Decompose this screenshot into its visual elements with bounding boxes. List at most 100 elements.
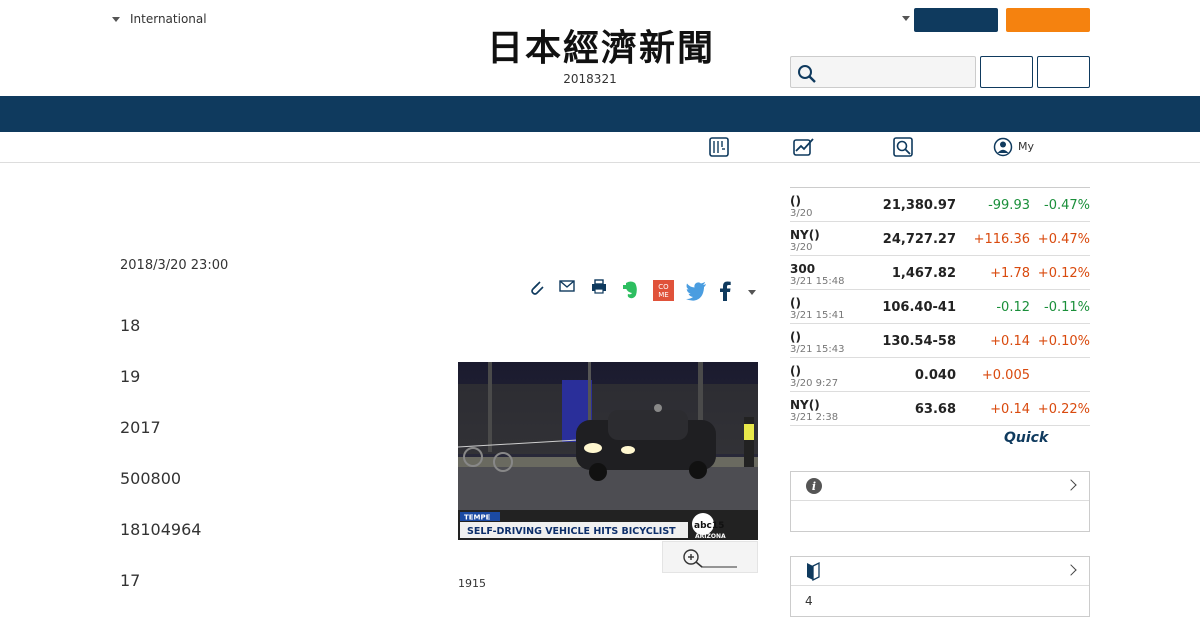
article-paragraph: 18104964 (120, 520, 202, 539)
info-icon: i (806, 478, 822, 494)
market-row[interactable]: NY() 3/20 24,727.27 +116.36 +0.47% (790, 222, 1090, 256)
chevron-right-icon (1065, 564, 1077, 576)
facebook-icon[interactable] (718, 281, 732, 301)
chevron-right-icon (1065, 479, 1077, 491)
photo-caption: 1915 (458, 577, 486, 590)
market-value: 63.68 (914, 402, 956, 417)
market-date: 3/21 15:48 (790, 276, 845, 287)
caret-down-icon (112, 16, 120, 22)
login-button[interactable] (914, 8, 998, 32)
market-value: 0.040 (914, 368, 956, 383)
svg-text:ME: ME (658, 291, 668, 299)
market-percent: +0.12% (1037, 266, 1090, 281)
market-percent: +0.47% (1037, 232, 1090, 247)
market-date: 3/20 (790, 208, 813, 219)
header-button-2[interactable] (1037, 56, 1090, 88)
market-change: +1.78 (990, 266, 1030, 281)
article-paragraph: 19 (120, 367, 141, 386)
market-change: +0.14 (990, 402, 1030, 417)
photo-channel-logo: abc15 (694, 521, 724, 531)
chart-icon[interactable] (793, 137, 815, 157)
quick-logo[interactable]: Quick (1004, 430, 1048, 446)
market-percent: +0.10% (1037, 334, 1090, 349)
clip-icon[interactable] (528, 278, 546, 296)
article-paragraph: 17 (120, 571, 141, 590)
comment-icon[interactable]: CO ME (653, 280, 674, 301)
article-photo[interactable]: TEMPE SELF-DRIVING VEHICLE HITS BICYCLIS… (458, 362, 758, 540)
beginner-panel-header[interactable] (791, 557, 1089, 586)
svg-text:i: i (812, 480, 816, 493)
market-name: 300 (790, 262, 816, 276)
article-paragraph: 500800 (120, 469, 182, 488)
beginner-mark-icon (807, 561, 820, 581)
market-change: -0.12 (996, 300, 1030, 315)
market-row[interactable]: NY() 3/21 2:38 63.68 +0.14 +0.22% (790, 392, 1090, 426)
market-name: NY() (790, 398, 820, 412)
article-timestamp: 2018/3/20 23:00 (120, 258, 229, 273)
market-data-table: () 3/20 21,380.97 -99.93 -0.47% NY() 3/20 24,72… (790, 187, 1090, 426)
info-panel-body (791, 501, 1089, 531)
svg-text:CO: CO (658, 283, 669, 291)
market-name: () (790, 194, 801, 208)
market-row[interactable]: () 3/20 21,380.97 -99.93 -0.47% (790, 188, 1090, 222)
market-change: +0.14 (990, 334, 1030, 349)
market-percent: -0.47% (1044, 198, 1090, 213)
beginner-panel-text: 4 (805, 594, 813, 608)
market-date: 3/20 9:27 (790, 378, 839, 389)
market-name: () (790, 330, 801, 344)
market-percent: +0.22% (1037, 402, 1090, 417)
zoom-button[interactable] (662, 541, 758, 573)
edition-selector[interactable]: International (112, 12, 207, 26)
market-percent: -0.11% (1044, 300, 1090, 315)
article-paragraph: 2017 (120, 418, 161, 437)
market-date: 3/20 (790, 242, 813, 253)
market-change: +0.005 (981, 368, 1030, 383)
market-value: 21,380.97 (882, 198, 956, 213)
market-row[interactable]: () 3/21 15:43 130.54-58 +0.14 +0.10% (790, 324, 1090, 358)
photo-headline: SELF-DRIVING VEHICLE HITS BICYCLIST (467, 526, 676, 537)
info-panel: i (790, 471, 1090, 532)
market-date: 3/21 15:41 (790, 310, 845, 321)
info-panel-header[interactable]: i (791, 472, 1089, 501)
photo-region-label: ARIZONA (695, 533, 726, 540)
beginner-panel: 4 (790, 556, 1090, 617)
search-document-icon[interactable] (893, 137, 913, 157)
search-input[interactable] (790, 56, 976, 88)
mail-icon[interactable] (558, 278, 576, 296)
main-navigation-bar[interactable] (0, 96, 1200, 132)
caret-down-icon[interactable] (902, 16, 910, 21)
photo-location-label: TEMPE (464, 514, 491, 522)
market-name: () (790, 364, 801, 378)
market-name: () (790, 296, 801, 310)
market-row[interactable]: 300 3/21 15:48 1,467.82 +1.78 +0.12% (790, 256, 1090, 290)
subscribe-button[interactable] (1006, 8, 1090, 32)
zoom-in-icon (683, 549, 737, 568)
market-value: 106.40-41 (882, 300, 956, 315)
header-button-1[interactable] (980, 56, 1033, 88)
market-date: 3/21 15:43 (790, 344, 845, 355)
market-row[interactable]: () 3/21 15:41 106.40-41 -0.12 -0.11% (790, 290, 1090, 324)
site-logo[interactable]: 日本經濟新聞 (452, 28, 750, 68)
site-header: International 日本經濟新聞 2018321 (0, 0, 1200, 96)
share-more-caret-icon[interactable] (748, 290, 756, 295)
market-value: 130.54-58 (882, 334, 956, 349)
evernote-icon[interactable] (622, 280, 640, 300)
twitter-icon[interactable] (685, 281, 707, 301)
market-value: 24,727.27 (882, 232, 956, 247)
edition-label: International (130, 12, 207, 26)
photo-scene: TEMPE SELF-DRIVING VEHICLE HITS BICYCLIS… (458, 362, 758, 540)
search-icon (798, 65, 816, 83)
market-change: +116.36 (973, 232, 1030, 247)
newspaper-icon[interactable] (709, 137, 729, 157)
market-date: 3/21 2:38 (790, 412, 839, 423)
my-page-label[interactable]: My (1018, 140, 1034, 153)
market-value: 1,467.82 (891, 266, 956, 281)
market-name: NY() (790, 228, 820, 242)
market-row[interactable]: () 3/20 9:27 0.040 +0.005 (790, 358, 1090, 392)
print-icon[interactable] (590, 278, 608, 296)
article-paragraph: 18 (120, 316, 141, 335)
market-change: -99.93 (988, 198, 1030, 213)
user-icon[interactable] (993, 137, 1013, 157)
header-date: 2018321 (563, 72, 617, 86)
beginner-panel-body: 4 (791, 586, 1089, 616)
